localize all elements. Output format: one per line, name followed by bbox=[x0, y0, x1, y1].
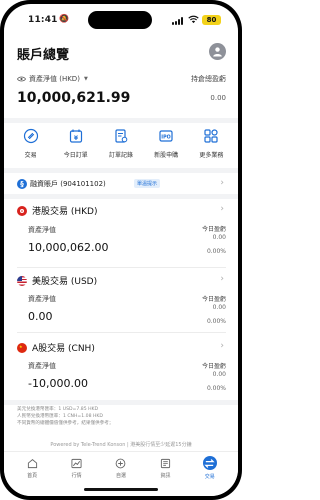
action-label: 訂單記錄 bbox=[108, 152, 133, 159]
nav-value: 10,000,621.99 bbox=[17, 90, 131, 106]
margin-account-row[interactable]: § 融資賬戶 (904101102) 單溫提示 › bbox=[4, 176, 238, 194]
action-more-services[interactable]: 更多業務 bbox=[190, 126, 232, 172]
section-divider bbox=[4, 168, 238, 173]
market-card-header: 美股交易 (USD) bbox=[17, 274, 97, 287]
disclaimer-note: 不同貨幣的總體價值僅供參考，結果僅供參考； bbox=[17, 421, 114, 426]
chevron-right-icon: › bbox=[220, 274, 224, 284]
status-time: 11:41 bbox=[28, 15, 58, 25]
nav-value: 0.00 bbox=[28, 310, 53, 323]
battery-indicator: 80 bbox=[202, 15, 221, 25]
margin-badge[interactable]: 單溫提示 bbox=[134, 179, 161, 188]
market-name: A股交易 (CNH) bbox=[32, 344, 95, 354]
nav-label: 資產淨值 bbox=[28, 362, 56, 370]
powered-by-footer: Powered by Tele-Trend Konson | 港美股行情至少延遲… bbox=[50, 442, 192, 448]
action-label: 交易 bbox=[24, 152, 37, 159]
action-trade[interactable]: 交易 bbox=[10, 126, 52, 172]
market-name: 美股交易 (USD) bbox=[32, 277, 98, 287]
card-divider bbox=[17, 267, 226, 268]
tab-label: 資訊 bbox=[160, 473, 171, 479]
total-pnl-value: 0.00 bbox=[210, 94, 226, 102]
today-pnl-label: 今日盈虧 bbox=[201, 363, 226, 370]
today-pnl-percent: 0.00% bbox=[206, 318, 226, 325]
plus-circle-icon bbox=[116, 458, 126, 469]
news-icon bbox=[160, 458, 170, 469]
quick-actions: 交易 ¥ 今日訂單 訂單記錄 IPO 新股申購 更多業務 bbox=[4, 126, 238, 172]
market-card-header: 港股交易 (HKD) bbox=[17, 204, 97, 217]
market-name: 港股交易 (HKD) bbox=[32, 207, 98, 217]
action-order-history[interactable]: 訂單記錄 bbox=[100, 126, 142, 172]
page-title: 賬戶總覽 bbox=[17, 48, 70, 63]
action-ipo[interactable]: IPO 新股申購 bbox=[145, 126, 187, 172]
chart-icon bbox=[71, 458, 82, 469]
section-divider bbox=[4, 118, 238, 123]
ipo-icon: IPO bbox=[159, 130, 173, 142]
today-pnl-label: 今日盈虧 bbox=[201, 226, 226, 233]
cnh-rate-note: 人民幣兌換港幣匯率：1 CNH=1.08 HKD bbox=[17, 414, 103, 419]
chevron-right-icon: › bbox=[220, 341, 224, 351]
nav-label: 資產淨值 bbox=[28, 226, 56, 234]
action-label: 新股申購 bbox=[154, 152, 179, 159]
hk-flag-icon bbox=[17, 205, 27, 216]
trade-tab-icon bbox=[202, 456, 217, 470]
svg-text:¥: ¥ bbox=[74, 135, 79, 142]
cellular-signal-icon bbox=[172, 17, 184, 25]
nav-currency-selector[interactable]: 資產淨值 (HKD) ▼ bbox=[17, 74, 88, 84]
action-label: 今日訂單 bbox=[63, 152, 88, 159]
market-card-cn[interactable]: ★ A股交易 (CNH) › 資產淨值 -10,000.00 今日盈虧 0.00… bbox=[4, 341, 238, 401]
today-pnl-percent: 0.00% bbox=[206, 248, 226, 255]
exchange-rate-notes: 美元兌換港幣匯率：1 USD=7.85 HKD 人民幣兌換港幣匯率：1 CNH=… bbox=[17, 406, 113, 427]
us-flag-icon bbox=[17, 275, 27, 286]
action-today-orders[interactable]: ¥ 今日訂單 bbox=[55, 126, 97, 172]
market-card-hk[interactable]: 港股交易 (HKD) › 資產淨值 10,000,062.00 今日盈虧 0.0… bbox=[4, 204, 238, 266]
phone-frame: 11:41 🔕 80 賬戶總覽 資產淨值 (HKD) ▼ 持倉總盈虧 10,00… bbox=[0, 0, 242, 500]
margin-account-icon: § bbox=[17, 179, 27, 189]
margin-account-label: 融資賬戶 (904101102) bbox=[30, 180, 106, 188]
chevron-right-icon: › bbox=[220, 204, 224, 214]
mute-bell-icon: 🔕 bbox=[59, 14, 69, 23]
nav-value: 10,000,062.00 bbox=[28, 241, 109, 254]
today-pnl-label: 今日盈虧 bbox=[201, 296, 226, 303]
eye-icon[interactable] bbox=[17, 76, 26, 82]
action-label: 更多業務 bbox=[199, 152, 224, 159]
today-pnl-value: 0.00 bbox=[212, 234, 226, 241]
avatar[interactable] bbox=[209, 43, 226, 60]
tab-label: 交易 bbox=[204, 474, 215, 480]
wifi-icon bbox=[188, 15, 199, 24]
chevron-right-icon: › bbox=[220, 178, 224, 188]
calendar-icon: ¥ bbox=[69, 129, 82, 143]
trade-icon bbox=[23, 128, 38, 144]
home-indicator bbox=[84, 488, 158, 491]
today-pnl-value: 0.00 bbox=[212, 371, 226, 378]
grid-icon bbox=[204, 129, 218, 143]
today-pnl-value: 0.00 bbox=[212, 304, 226, 311]
home-icon bbox=[27, 459, 37, 469]
tab-label: 首頁 bbox=[27, 473, 38, 479]
caret-down-icon: ▼ bbox=[83, 76, 88, 82]
app-screen: 11:41 🔕 80 賬戶總覽 資產淨值 (HKD) ▼ 持倉總盈虧 10,00… bbox=[4, 4, 238, 496]
card-divider bbox=[17, 332, 226, 333]
today-pnl-percent: 0.00% bbox=[206, 385, 226, 392]
section-divider bbox=[4, 194, 238, 199]
status-bar: 11:41 🔕 80 bbox=[4, 4, 238, 34]
tab-label: 行情 bbox=[71, 473, 82, 479]
dynamic-island bbox=[88, 11, 152, 29]
usd-rate-note: 美元兌換港幣匯率：1 USD=7.85 HKD bbox=[17, 407, 99, 412]
market-card-header: ★ A股交易 (CNH) bbox=[17, 341, 95, 354]
nav-label: 資產淨值 bbox=[28, 295, 56, 303]
section-divider bbox=[4, 400, 238, 405]
order-record-icon bbox=[115, 129, 128, 143]
tab-home[interactable]: 首頁 bbox=[15, 452, 49, 496]
user-icon bbox=[213, 47, 222, 57]
tab-trade[interactable]: 交易 bbox=[193, 452, 227, 496]
svg-text:IPO: IPO bbox=[161, 134, 170, 140]
cn-flag-icon: ★ bbox=[17, 342, 27, 353]
nav-value: -10,000.00 bbox=[28, 377, 88, 390]
total-pnl-label: 持倉總盈虧 bbox=[191, 75, 226, 83]
market-card-us[interactable]: 美股交易 (USD) › 資產淨值 0.00 今日盈虧 0.00 0.00% bbox=[4, 274, 238, 334]
tab-label: 自選 bbox=[115, 473, 126, 479]
nav-label: 資產淨值 (HKD) bbox=[29, 75, 80, 83]
